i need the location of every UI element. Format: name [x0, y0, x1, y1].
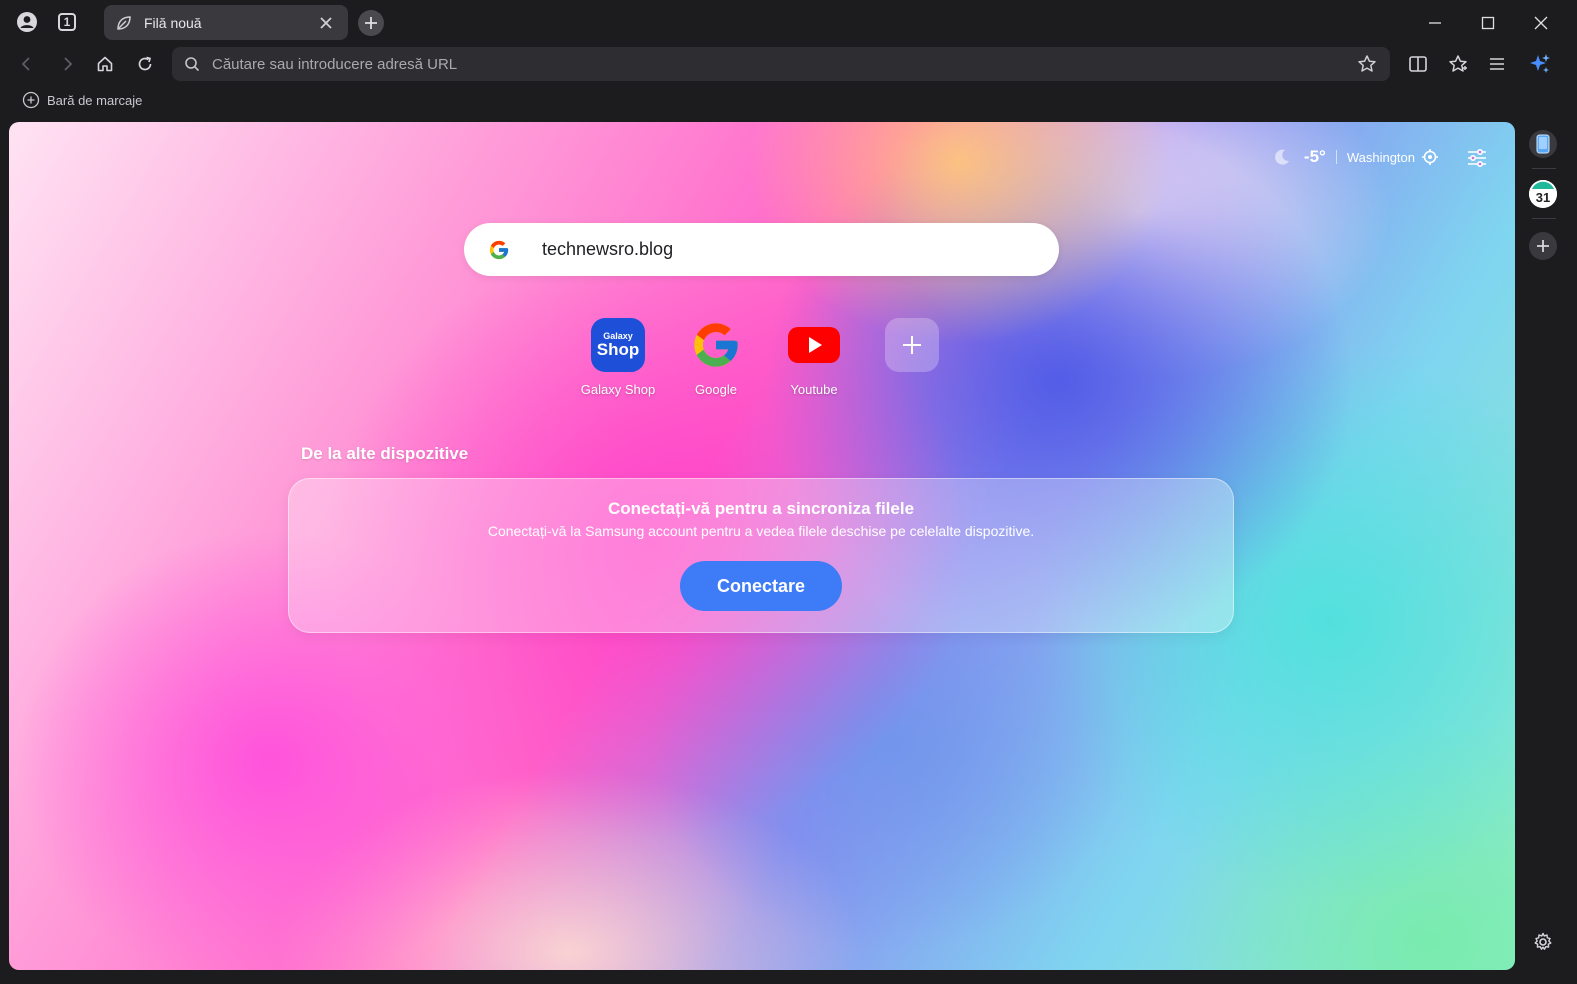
home-icon[interactable] [91, 50, 119, 78]
new-tab-page: -5° Washington technewsro.blog Galaxy Sh… [9, 122, 1515, 970]
maximize-icon[interactable] [1475, 10, 1501, 36]
add-shortcut-button[interactable] [863, 318, 961, 397]
shortcut-google[interactable]: Google [667, 318, 765, 397]
ai-sparkle-icon[interactable] [1526, 50, 1554, 78]
split-view-icon[interactable] [1404, 50, 1432, 78]
shortcut-youtube[interactable]: Youtube [765, 318, 863, 397]
close-tab-icon[interactable] [316, 13, 336, 33]
sync-card-heading: Conectați-vă pentru a sincroniza filele [607, 499, 915, 518]
gear-icon[interactable] [1532, 931, 1554, 953]
profile-icon[interactable] [13, 8, 41, 36]
moon-icon [1272, 146, 1294, 168]
close-window-icon[interactable] [1528, 10, 1554, 36]
calendar-day: 31 [1535, 190, 1551, 205]
search-icon [184, 55, 202, 73]
sync-tabs-card: Conectați-vă pentru a sincroniza filele … [288, 478, 1234, 633]
weather-city: Washington [1346, 149, 1415, 165]
weather-separator [1335, 150, 1337, 164]
forward-icon[interactable] [53, 50, 81, 78]
shortcut-label: Galaxy Shop [580, 382, 656, 397]
google-g-icon [488, 238, 512, 262]
plus-icon [1537, 240, 1549, 252]
weather-widget[interactable]: -5° Washington [1272, 146, 1439, 168]
leaf-icon [116, 14, 134, 32]
location-target-icon [1421, 148, 1439, 166]
new-tab-button[interactable] [358, 10, 384, 36]
weather-temperature: -5° [1303, 147, 1326, 166]
google-search-box[interactable] [464, 223, 1059, 276]
shortcut-label: Youtube [790, 382, 838, 397]
browser-window: 1 Filă nouă Căutare sau introducere adre… [0, 0, 1577, 984]
address-bar[interactable] [172, 47, 1390, 81]
tab-bar: 1 Filă nouă [0, 0, 1577, 44]
youtube-icon [787, 318, 841, 372]
address-input[interactable] [212, 55, 1356, 73]
menu-icon[interactable] [1483, 50, 1511, 78]
shortcut-galaxy-shop[interactable]: Galaxy Shop Galaxy Shop [569, 318, 667, 397]
minimize-icon[interactable] [1422, 10, 1448, 36]
plus-icon [365, 17, 377, 29]
add-bookmark-icon [22, 91, 40, 109]
toolbar [0, 44, 1577, 84]
tab-manager-button[interactable]: 1 [53, 8, 81, 36]
google-icon [689, 318, 743, 372]
bookmarks-bar-label: Bară de marcaje [47, 92, 143, 108]
side-panel-divider [1532, 168, 1556, 169]
calendar-icon[interactable]: 31 [1529, 180, 1557, 208]
galaxy-shop-tile-line2: Shop [596, 340, 640, 359]
tab-count: 1 [63, 15, 71, 29]
reload-icon[interactable] [131, 50, 159, 78]
other-devices-title: De la alte dispozitive [301, 444, 469, 463]
favorites-icon[interactable] [1444, 50, 1472, 78]
bookmark-star-icon[interactable] [1356, 53, 1378, 75]
shortcut-label: Google [695, 382, 737, 397]
galaxy-shop-icon: Galaxy Shop [591, 318, 645, 372]
side-panel: 31 [1522, 122, 1577, 970]
customize-sliders-icon[interactable] [1465, 146, 1489, 170]
tab-title: Filă nouă [144, 14, 202, 31]
side-panel-divider [1532, 218, 1556, 219]
sync-card-text: Conectați-vă la Samsung account pentru a… [487, 523, 1035, 539]
sign-in-button[interactable]: Conectare [680, 561, 842, 611]
add-shortcut-plus-icon [885, 318, 939, 372]
tab-new-tab[interactable]: Filă nouă [104, 5, 348, 40]
back-icon[interactable] [13, 50, 41, 78]
add-panel-button[interactable] [1529, 232, 1557, 260]
bookmarks-bar[interactable]: Bară de marcaje [22, 90, 142, 110]
phone-icon[interactable] [1529, 130, 1557, 158]
shortcut-grid: Galaxy Shop Galaxy Shop Google Youtube [569, 318, 961, 397]
search-input[interactable] [542, 239, 1035, 260]
